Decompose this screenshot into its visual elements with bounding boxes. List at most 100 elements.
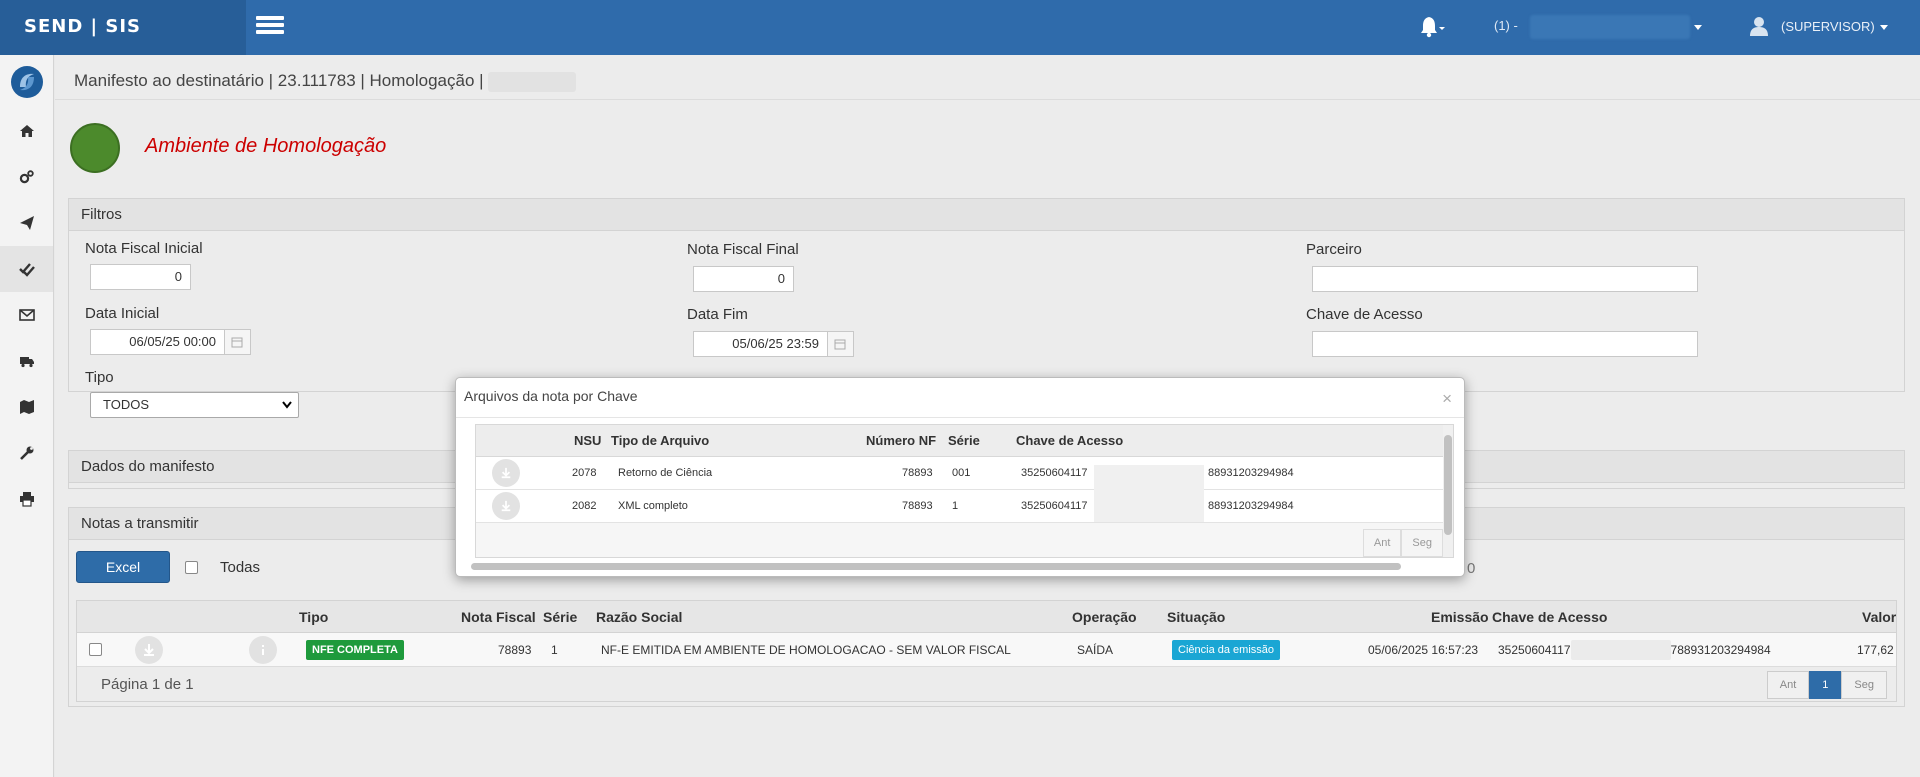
tipo-select-value: TODOS — [103, 397, 149, 412]
modal-row-chave-start: 35250604117 — [1021, 500, 1088, 512]
modal-pager-next[interactable]: Seg — [1401, 529, 1443, 557]
modal-horizontal-scrollbar[interactable] — [461, 562, 1456, 571]
sidebar-home-icon[interactable] — [0, 108, 53, 154]
modal-row-nsu: 2078 — [572, 467, 597, 479]
sidebar-wrench-icon[interactable] — [0, 430, 53, 476]
file-download-icon[interactable] — [492, 459, 520, 487]
modal-row-numero-nf: 78893 — [902, 500, 933, 512]
modal-chave-redacted — [1094, 465, 1204, 522]
download-icon[interactable] — [135, 635, 163, 664]
row-checkbox[interactable] — [89, 643, 102, 656]
menu-toggle-icon[interactable] — [256, 16, 284, 36]
modal-table-header: NSU Tipo de Arquivo Número NF Série Chav… — [476, 425, 1453, 457]
parceiro-input[interactable] — [1312, 266, 1698, 292]
filters-panel: Filtros Nota Fiscal Inicial 0 Nota Fisca… — [68, 198, 1905, 418]
sidebar-truck-icon[interactable] — [0, 338, 53, 384]
company-label[interactable]: (1) - — [1494, 18, 1518, 33]
modal-col-numero-nf[interactable]: Número NF — [866, 425, 936, 456]
notas-table: Tipo Nota Fiscal Série Razão Social Oper… — [76, 600, 1897, 702]
notas-table-header: Tipo Nota Fiscal Série Razão Social Oper… — [77, 601, 1896, 633]
info-icon[interactable] — [249, 635, 277, 664]
col-emissao[interactable]: Emissão — [1431, 601, 1489, 632]
top-bar: SEND | SIS (1) - (SUPERVISOR) — [0, 0, 1920, 55]
tipo-label: Tipo — [85, 369, 114, 386]
breadcrumb-text: Manifesto ao destinatário | 23.111783 | … — [74, 71, 484, 90]
sidebar-check-icon[interactable] — [0, 246, 53, 292]
arquivos-modal: Arquivos da nota por Chave × NSU Tipo de… — [455, 377, 1465, 577]
file-download-icon[interactable] — [492, 492, 520, 520]
user-role-label[interactable]: (SUPERVISOR) — [1781, 19, 1875, 34]
user-dropdown-chevron-icon[interactable] — [1880, 25, 1888, 30]
data-inicial-input[interactable]: 06/05/25 00:00 — [90, 329, 225, 355]
modal-row-serie: 1 — [952, 500, 959, 512]
col-chave-acesso[interactable]: Chave de Acesso — [1492, 601, 1607, 632]
nf-inicial-label: Nota Fiscal Inicial — [85, 240, 203, 257]
list-item[interactable]: 2082 XML completo 78893 1 35250604117 88… — [476, 490, 1453, 523]
table-footer: Página 1 de 1 Ant 1 Seg — [77, 667, 1896, 701]
modal-row-serie: 001 — [952, 467, 971, 479]
data-inicial-label: Data Inicial — [85, 305, 160, 322]
modal-vertical-scroll-thumb[interactable] — [1444, 435, 1452, 535]
sidebar-map-icon[interactable] — [0, 384, 53, 430]
modal-pager-prev[interactable]: Ant — [1362, 529, 1402, 557]
environment-title: Ambiente de Homologação — [145, 135, 387, 157]
modal-horizontal-scroll-thumb[interactable] — [471, 563, 1401, 570]
pager-prev-button[interactable]: Ant — [1766, 671, 1810, 699]
sidebar-cogs-icon[interactable] — [0, 154, 53, 200]
nf-inicial-input[interactable]: 0 — [90, 264, 191, 290]
pager-page-1[interactable]: 1 — [1809, 671, 1842, 699]
row-serie: 1 — [551, 642, 558, 657]
modal-row-tipo-arquivo: Retorno de Ciência — [618, 467, 713, 479]
filters-panel-title[interactable]: Filtros — [69, 199, 1904, 231]
brand-logo[interactable]: SEND | SIS — [0, 0, 246, 55]
chave-acesso-input[interactable] — [1312, 331, 1698, 357]
company-dropdown-chevron-icon[interactable] — [1694, 25, 1702, 30]
notifications-bell-icon[interactable] — [1418, 14, 1446, 40]
col-operacao[interactable]: Operação — [1072, 601, 1137, 632]
modal-row-chave-end: 88931203294984 — [1208, 500, 1294, 512]
modal-col-tipo-arquivo[interactable]: Tipo de Arquivo — [611, 425, 709, 456]
col-razao-social[interactable]: Razão Social — [596, 601, 682, 632]
nf-final-label: Nota Fiscal Final — [687, 241, 799, 258]
data-inicial-calendar-icon[interactable] — [225, 329, 251, 355]
sidebar — [0, 55, 54, 777]
row-razao-social: NF-E EMITIDA EM AMBIENTE DE HOMOLOGACAO … — [601, 642, 1011, 657]
tipo-select[interactable]: TODOS — [90, 392, 299, 418]
col-nota-fiscal[interactable]: Nota Fiscal — [461, 601, 536, 632]
col-situacao[interactable]: Situação — [1167, 601, 1225, 632]
col-tipo[interactable]: Tipo — [299, 601, 328, 632]
modal-row-chave-start: 35250604117 — [1021, 467, 1088, 479]
sidebar-mail-icon[interactable] — [0, 292, 53, 338]
modal-vertical-scrollbar[interactable] — [1443, 425, 1453, 557]
sidebar-send-icon[interactable] — [0, 200, 53, 246]
excel-button[interactable]: Excel — [76, 551, 170, 583]
pager-next-button[interactable]: Seg — [1841, 671, 1887, 699]
sidebar-print-icon[interactable] — [0, 476, 53, 522]
modal-files-table: NSU Tipo de Arquivo Número NF Série Chav… — [475, 424, 1454, 558]
environment-status-indicator — [70, 123, 120, 173]
pagination-info: Página 1 de 1 — [101, 675, 194, 693]
modal-col-chave[interactable]: Chave de Acesso — [1016, 425, 1123, 456]
modal-pagination: Ant Seg — [1362, 529, 1443, 557]
chave-acesso-label: Chave de Acesso — [1306, 306, 1423, 323]
row-nota-fiscal: 78893 — [498, 642, 532, 657]
modal-title: Arquivos da nota por Chave — [464, 388, 638, 404]
col-valor[interactable]: Valor — [1862, 601, 1896, 632]
todas-label: Todas — [220, 559, 261, 576]
data-fim-input[interactable]: 05/06/25 23:59 — [693, 331, 828, 357]
table-row[interactable]: NFE COMPLETA 78893 1 NF-E EMITIDA EM AMB… — [77, 633, 1896, 667]
modal-row-numero-nf: 78893 — [902, 467, 933, 479]
row-chave-redacted — [1570, 639, 1671, 660]
row-emissao: 05/06/2025 16:57:23 — [1368, 642, 1479, 657]
modal-col-serie[interactable]: Série — [948, 425, 980, 456]
modal-col-nsu[interactable]: NSU — [574, 425, 601, 456]
list-item[interactable]: 2078 Retorno de Ciência 78893 001 352506… — [476, 457, 1453, 490]
tipo-badge: NFE COMPLETA — [306, 639, 404, 660]
todas-checkbox[interactable] — [185, 561, 198, 574]
col-serie[interactable]: Série — [543, 601, 577, 632]
user-icon[interactable] — [1750, 16, 1768, 36]
situacao-badge: Ciência da emissão — [1172, 639, 1280, 660]
data-fim-calendar-icon[interactable] — [828, 331, 854, 357]
nf-final-input[interactable]: 0 — [693, 266, 794, 292]
modal-close-icon[interactable]: × — [1442, 389, 1452, 409]
